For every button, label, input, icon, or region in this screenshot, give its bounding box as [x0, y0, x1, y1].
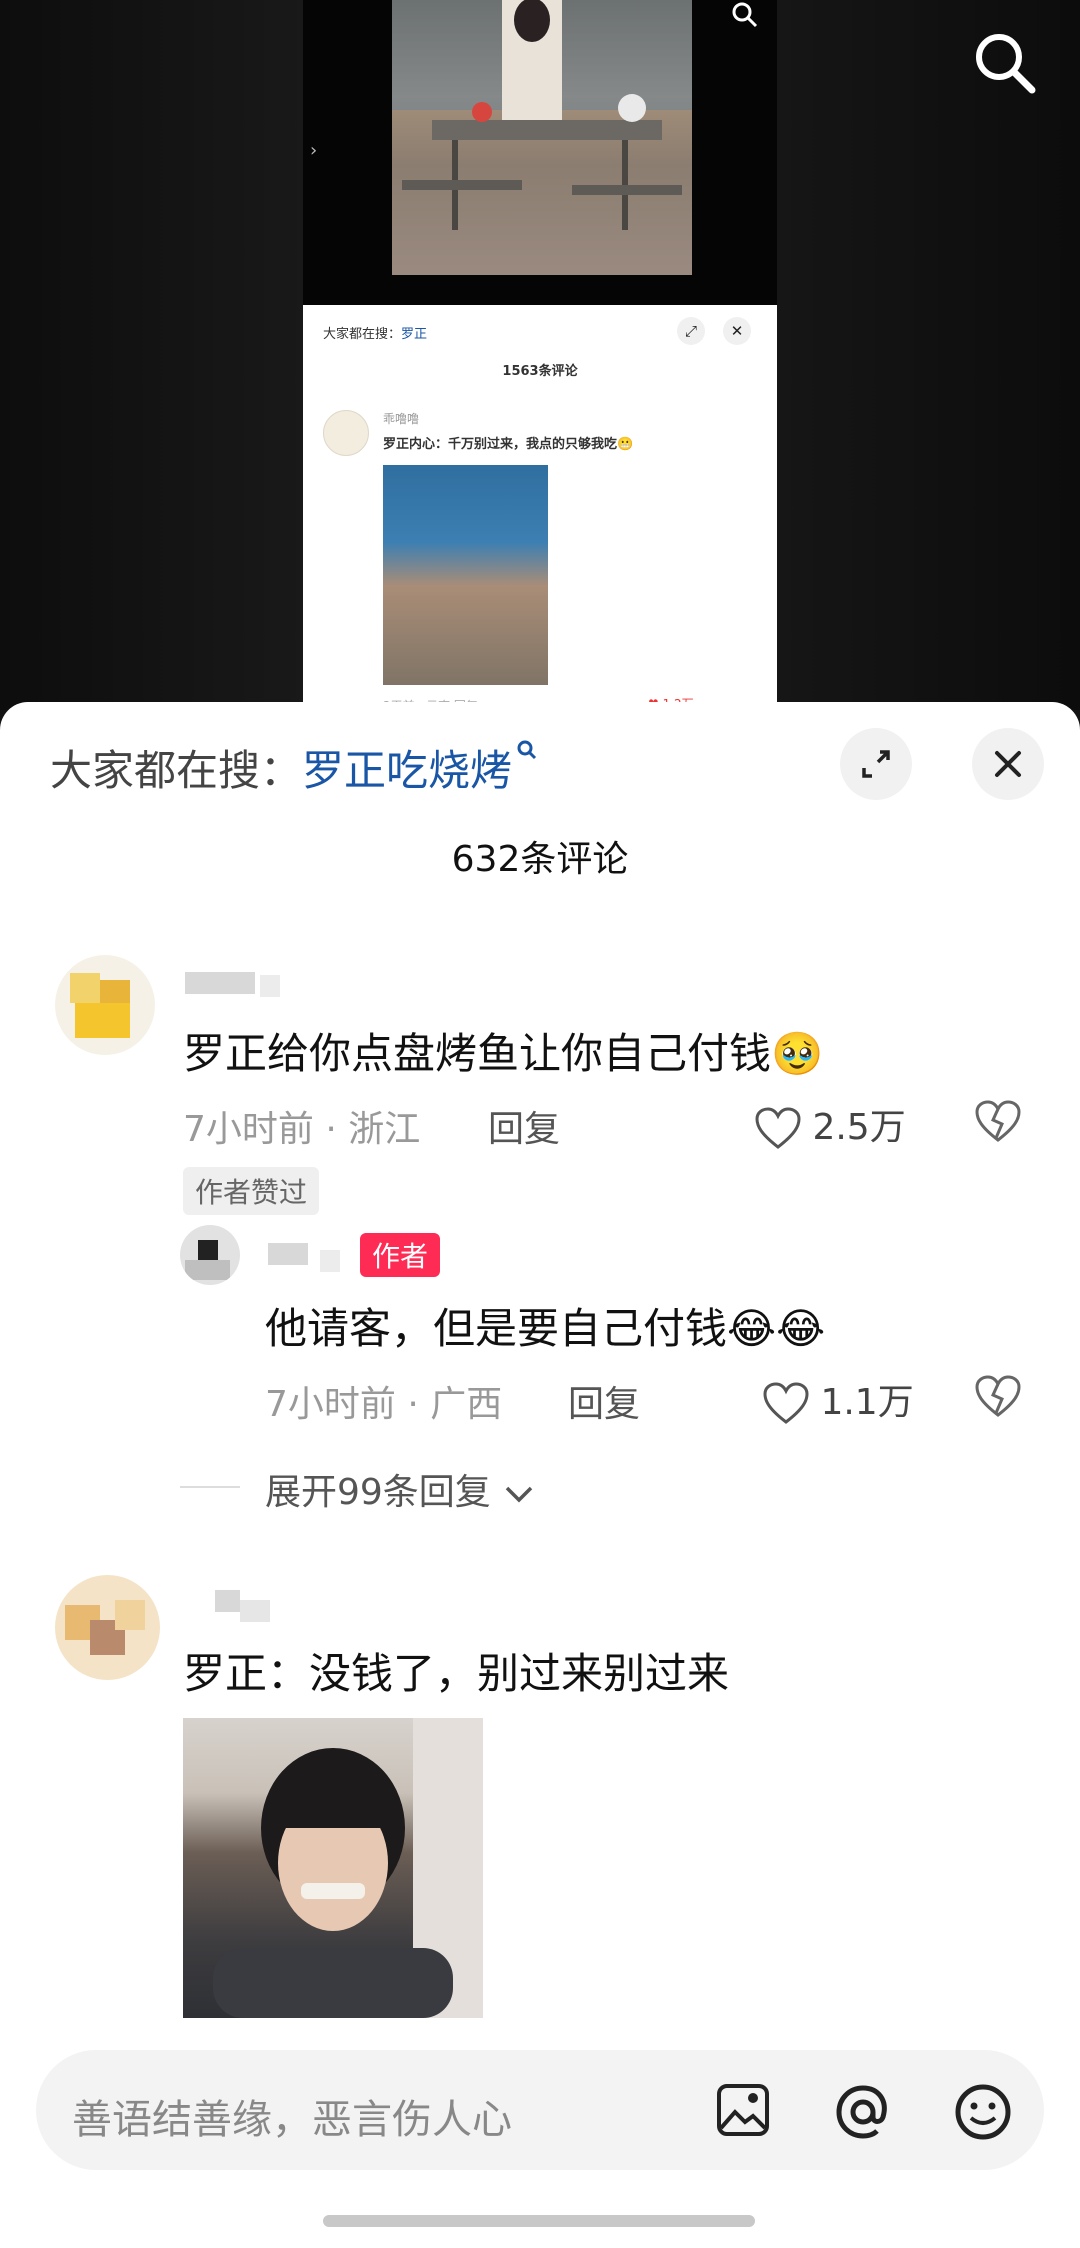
comment-photo[interactable] — [183, 1718, 483, 2018]
username-blurred — [320, 1250, 340, 1272]
inner-expand-icon: ⤢ — [677, 317, 705, 345]
hot-search-icon — [517, 740, 537, 760]
avatar-pixel — [75, 1003, 130, 1038]
hot-search-bar[interactable]: 大家都在搜：罗正吃烧烤 — [50, 737, 540, 798]
portrait-illustration — [213, 1718, 483, 2018]
close-icon — [995, 751, 1021, 777]
hot-search-term[interactable]: 罗正吃烧烤 — [302, 746, 512, 795]
author-liked-badge: 作者赞过 — [183, 1167, 320, 1215]
avatar-pixel — [70, 973, 100, 1003]
at-icon — [836, 2085, 887, 2139]
home-indicator — [323, 2215, 755, 2227]
expand-replies-label: 展开99条回复 — [265, 1472, 491, 1513]
expand-replies-button[interactable]: 展开99条回复 — [265, 1463, 536, 1515]
inner-comment-photo — [383, 465, 548, 685]
inner-hot-search-label: 大家都在搜： — [323, 327, 402, 342]
reply-button[interactable]: 回复 — [488, 1100, 560, 1152]
inner-hot-search: 大家都在搜：罗正 — [323, 323, 427, 342]
like-button[interactable]: 1.1万 — [763, 1373, 914, 1426]
reply-button[interactable]: 回复 — [568, 1375, 640, 1427]
comment-time-location: 7小时前 · 广西 — [265, 1384, 503, 1425]
inner-close-icon: ✕ — [723, 317, 751, 345]
scene-illustration — [392, 0, 692, 230]
search-icon[interactable] — [972, 30, 1038, 96]
author-badge: 作者 — [360, 1233, 441, 1277]
comment-text: 他请客，但是要自己付钱😂😂 — [265, 1304, 826, 1353]
image-icon — [717, 2084, 769, 2136]
comment-time-location: 7小时前 · 浙江 — [183, 1109, 421, 1150]
like-button[interactable]: 2.5万 — [755, 1098, 906, 1151]
heart-icon — [763, 1382, 809, 1424]
image-button[interactable] — [715, 2082, 771, 2142]
inner-screenshot: 大家都在搜：罗正 ⤢ ✕ 1563条评论 乖噜噜 罗正内心：千万别过来，我点的只… — [303, 305, 777, 710]
comment-sheet — [0, 702, 1080, 2248]
comment-count: 632条评论 — [451, 839, 629, 880]
username-blurred — [240, 1600, 270, 1622]
like-count: 2.5万 — [812, 1107, 906, 1148]
username-blurred — [185, 972, 255, 994]
avatar-pixel — [185, 1260, 230, 1280]
inner-comment-text: 罗正内心：千万别过来，我点的只够我吃😬 — [383, 437, 634, 452]
close-button[interactable] — [972, 728, 1044, 800]
chevron-right-icon: › — [310, 140, 318, 161]
dislike-button[interactable] — [975, 1100, 1021, 1148]
mini-search-icon — [730, 0, 760, 38]
expand-divider — [180, 1486, 240, 1488]
inner-comment-count: 1563条评论 — [502, 364, 578, 379]
username-blurred — [215, 1590, 240, 1612]
username-blurred — [260, 975, 280, 997]
video-photo — [392, 0, 692, 275]
inner-username: 乖噜噜 — [383, 412, 420, 426]
chevron-down-icon — [506, 1486, 533, 1503]
avatar[interactable] — [55, 1575, 160, 1680]
hot-search-label: 大家都在搜： — [50, 746, 303, 795]
comment-input-placeholder[interactable]: 善语结善缘，恶言伤人心 — [72, 2087, 512, 2145]
avatar-pixel — [115, 1600, 145, 1630]
inner-hot-search-term: 罗正 — [401, 327, 428, 342]
dislike-icon — [975, 1375, 1021, 1417]
mention-button[interactable] — [833, 2082, 893, 2146]
avatar[interactable] — [180, 1225, 240, 1285]
dislike-icon — [975, 1100, 1021, 1142]
avatar[interactable] — [55, 955, 155, 1055]
like-count: 1.1万 — [820, 1382, 914, 1423]
emoji-button[interactable] — [953, 2082, 1013, 2146]
avatar-pixel — [198, 1240, 218, 1260]
comment-text: 罗正给你点盘烤鱼让你自己付钱🥹 — [183, 1029, 824, 1078]
username-blurred — [268, 1243, 308, 1265]
comment-text: 罗正：没钱了，别过来别过来 — [183, 1649, 730, 1698]
inner-avatar — [323, 410, 369, 456]
dislike-button[interactable] — [975, 1375, 1021, 1423]
emoji-icon — [955, 2084, 1011, 2140]
heart-icon — [755, 1107, 801, 1149]
expand-button[interactable] — [840, 728, 912, 800]
expand-icon — [862, 750, 890, 778]
